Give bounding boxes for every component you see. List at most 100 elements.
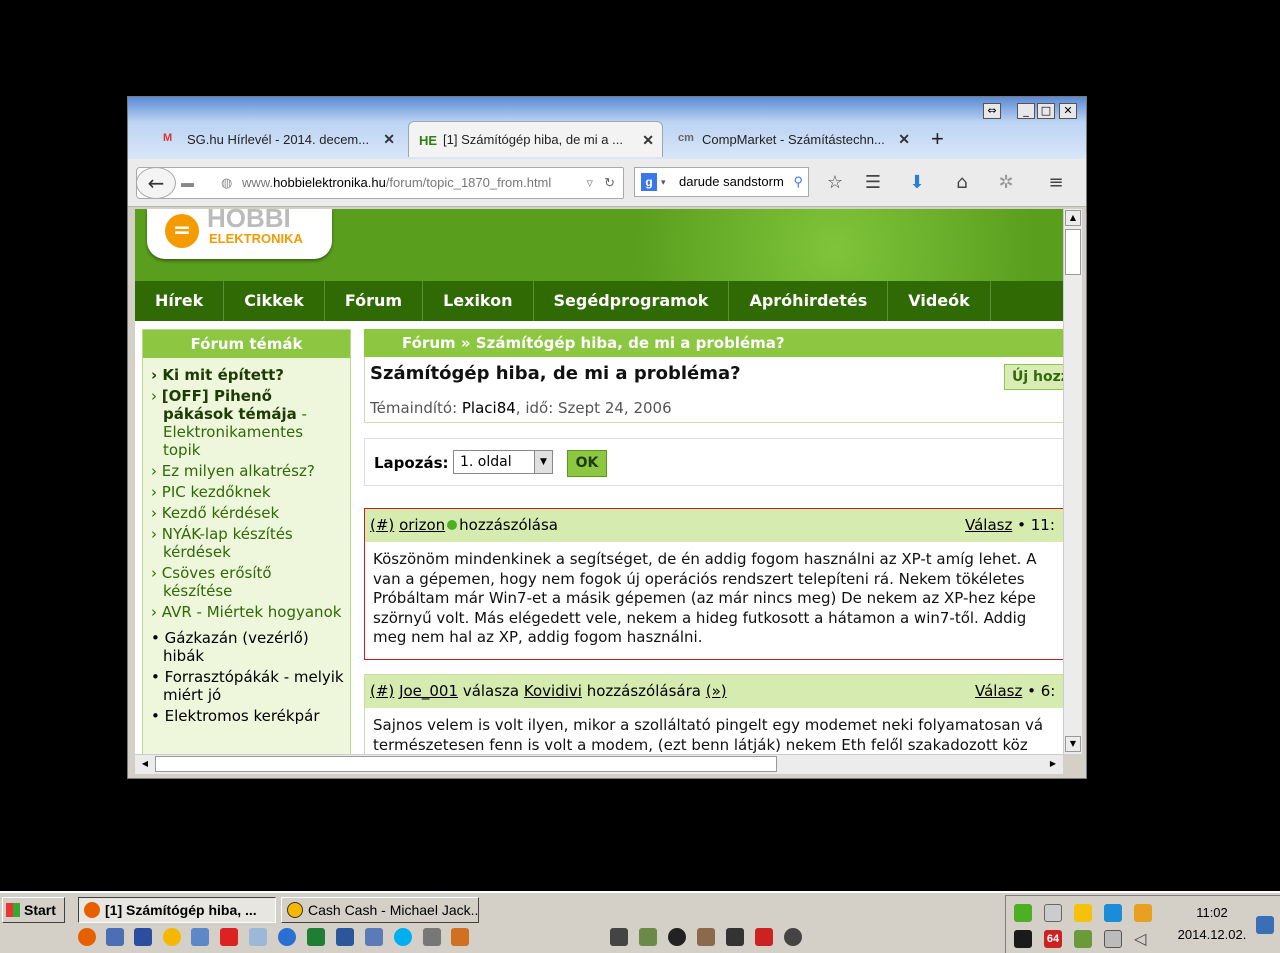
vertical-scrollbar[interactable]: ▲ ▼ <box>1063 209 1082 754</box>
new-post-button[interactable]: Új hozzászólás <box>1004 364 1063 390</box>
power-icon[interactable] <box>278 928 296 946</box>
google-icon[interactable]: g <box>641 173 657 191</box>
clock[interactable]: 11:02 2014.12.02. <box>1172 902 1252 946</box>
tray-shield-icon[interactable] <box>1014 904 1032 922</box>
tray-drive-icon[interactable] <box>1074 904 1092 922</box>
start-button[interactable]: Start <box>2 897 65 923</box>
skype-icon[interactable] <box>394 928 412 946</box>
app-icon[interactable] <box>784 928 802 946</box>
sidebar-item[interactable]: › [OFF] Pihenő pákások témája - Elektron… <box>151 387 344 459</box>
menu-item-videok[interactable]: Videók <box>888 281 991 321</box>
tray-volume-icon[interactable]: ◁ <box>1134 930 1152 948</box>
menu-icon[interactable]: ≡ <box>1041 168 1071 198</box>
reply-link[interactable]: Válasz <box>975 682 1022 700</box>
close-window-button[interactable]: ✕ <box>1059 103 1077 119</box>
post-permalink[interactable]: (#) <box>370 682 394 700</box>
post-permalink[interactable]: (#) <box>370 516 394 534</box>
back-button[interactable]: ← <box>136 167 176 199</box>
sidebar-item[interactable]: • Elektromos kerékpár <box>151 707 344 725</box>
taskbar-window-firefox[interactable]: [1] Számítógép hiba, ... <box>78 897 276 923</box>
tray-calendar-icon[interactable] <box>1044 904 1062 922</box>
sidebar-item[interactable]: • Forrasztópákák - melyik miért jó <box>151 668 344 704</box>
new-tab-button[interactable]: + <box>923 121 953 157</box>
site-logo[interactable]: = HOBBI ELEKTRONIKA <box>147 209 332 259</box>
sidebar-item[interactable]: › Ez milyen alkatrész? <box>151 462 344 480</box>
desktop-icon[interactable] <box>106 928 124 946</box>
horizontal-scrollbar[interactable]: ◀ ▶ <box>135 754 1063 774</box>
scroll-left-icon[interactable]: ◀ <box>137 756 153 772</box>
app-icon[interactable] <box>610 928 628 946</box>
starter-name-link[interactable]: Placi84 <box>462 399 516 417</box>
post-author-link[interactable]: orizon <box>399 516 445 534</box>
page-select[interactable]: 1. oldal ▼ <box>453 450 553 474</box>
breadcrumb[interactable]: Fórum » Számítógép hiba, de mi a problém… <box>364 329 1063 357</box>
app-icon[interactable] <box>697 928 715 946</box>
music-player-icon[interactable] <box>163 928 181 946</box>
search-input[interactable]: g ▾ darude sandstorm ⚲ <box>634 167 809 197</box>
pager-ok-button[interactable]: OK <box>567 450 607 477</box>
menu-item-lexikon[interactable]: Lexikon <box>423 281 534 321</box>
virus-icon[interactable] <box>220 928 238 946</box>
chevron-down-icon[interactable]: ▾ <box>661 168 666 196</box>
scroll-right-icon[interactable]: ▶ <box>1045 756 1061 772</box>
sidebar-item[interactable]: › AVR - Miértek hogyanok <box>151 603 344 621</box>
search-icon[interactable]: ⚲ <box>793 168 803 196</box>
menu-item-aprohirdetes[interactable]: Apróhirdetés <box>729 281 889 321</box>
tab-compmarket[interactable]: cm CompMarket - Számítástechn... ✕ <box>668 121 918 157</box>
chevron-down-icon[interactable]: ▼ <box>534 451 552 473</box>
history-icon[interactable]: ▬ <box>181 168 194 198</box>
app-icon[interactable] <box>639 928 657 946</box>
close-tab-icon[interactable]: ✕ <box>642 132 654 149</box>
scroll-up-icon[interactable]: ▲ <box>1065 210 1081 226</box>
post-author-link[interactable]: Joe_001 <box>399 682 458 700</box>
scrollbar-thumb[interactable] <box>1065 229 1081 275</box>
app-icon[interactable] <box>668 928 686 946</box>
close-tab-icon[interactable]: ✕ <box>383 131 395 148</box>
firefox-icon[interactable] <box>78 928 96 946</box>
url-bar[interactable]: ← ▬ ◍ www.hobbielektronika.hu/forum/topi… <box>136 167 624 199</box>
menu-item-hirek[interactable]: Hírek <box>135 281 225 321</box>
close-tab-icon[interactable]: ✕ <box>898 131 910 148</box>
recycle-bin-icon[interactable] <box>249 928 267 946</box>
save-icon[interactable] <box>134 928 152 946</box>
tray-network-icon[interactable] <box>1104 930 1122 948</box>
tab-sg-hirlevel[interactable]: M SG.hu Hírlevél - 2014. decem... ✕ <box>153 121 403 157</box>
scrollbar-thumb[interactable] <box>155 756 777 772</box>
menu-item-cikkek[interactable]: Cikkek <box>224 281 325 321</box>
tools-icon[interactable] <box>423 928 441 946</box>
bookmark-star-icon[interactable]: ☆ <box>820 168 850 198</box>
scroll-down-icon[interactable]: ▼ <box>1065 736 1081 752</box>
menu-item-segedprogramok[interactable]: Segédprogramok <box>534 281 730 321</box>
tray-nvidia-icon[interactable] <box>1014 930 1032 948</box>
restore-tabs-icon[interactable]: ⇔ <box>983 103 1001 119</box>
maximize-button[interactable]: □ <box>1037 103 1055 119</box>
addon-icon[interactable]: ✲ <box>991 168 1021 198</box>
reload-icon[interactable]: ↻ <box>604 168 615 198</box>
dropdown-icon[interactable]: ▿ <box>586 168 593 198</box>
app-icon[interactable] <box>726 928 744 946</box>
excel-icon[interactable] <box>307 928 325 946</box>
network-icon[interactable] <box>365 928 383 946</box>
home-icon[interactable]: ⌂ <box>947 168 977 198</box>
referenced-author-link[interactable]: Kovidivi <box>524 682 582 700</box>
sidebar-item[interactable]: › PIC kezdőknek <box>151 483 344 501</box>
tab-szamitogep-hiba[interactable]: HE [1] Számítógép hiba, de mi a ... ✕ <box>408 121 663 157</box>
archive-icon[interactable] <box>451 928 469 946</box>
monitor-icon[interactable] <box>191 928 209 946</box>
sidebar-item[interactable]: › Ki mit épített? <box>151 366 344 384</box>
download-icon[interactable]: ⬇ <box>902 168 932 198</box>
sidebar-item[interactable]: › Csöves erősítő készítése <box>151 564 344 600</box>
reply-link[interactable]: Válasz <box>965 516 1012 534</box>
tray-app-icon[interactable] <box>1134 904 1152 922</box>
tray-cpu-badge[interactable]: 64 <box>1044 930 1062 948</box>
word-icon[interactable] <box>336 928 354 946</box>
taskbar-window-player[interactable]: Cash Cash - Michael Jack... <box>281 897 479 923</box>
tray-sync-icon[interactable] <box>1104 904 1122 922</box>
tray-update-icon[interactable] <box>1074 930 1092 948</box>
sidebar-item[interactable]: › Kezdő kérdések <box>151 504 344 522</box>
menu-item-forum[interactable]: Fórum <box>325 281 424 321</box>
bookmarks-list-icon[interactable]: ☰ <box>858 168 888 198</box>
sidebar-item[interactable]: › NYÁK-lap készítés kérdések <box>151 525 344 561</box>
minimize-button[interactable]: _ <box>1017 103 1035 119</box>
referenced-post-link[interactable]: (») <box>706 682 727 700</box>
